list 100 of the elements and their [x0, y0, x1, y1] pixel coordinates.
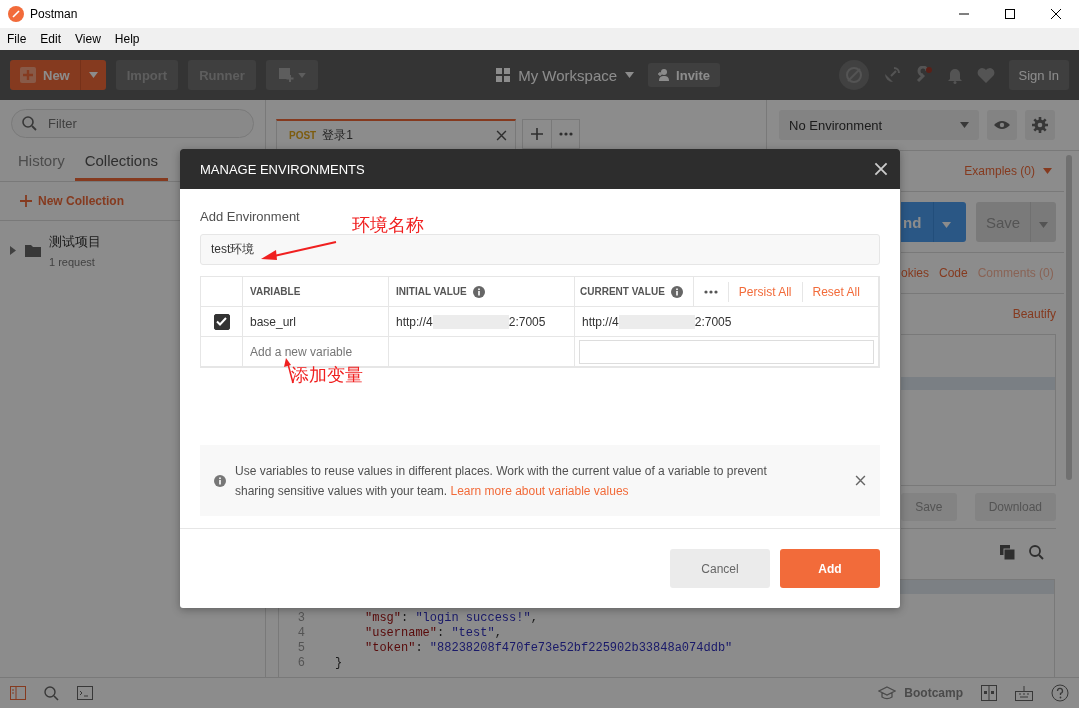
close-tab-icon [496, 130, 507, 141]
column-header: VARIABLE [250, 286, 301, 297]
persist-all-button[interactable]: Persist All [728, 281, 802, 302]
add-user-icon [658, 69, 672, 81]
eye-icon [993, 120, 1011, 130]
close-icon [874, 162, 888, 176]
current-value-end[interactable]: 2:7005 [694, 314, 732, 329]
column-header: INITIAL VALUE [396, 286, 467, 297]
expand-caret-icon[interactable] [10, 246, 17, 255]
sign-in-button[interactable]: Sign In [1008, 60, 1069, 90]
window-title: Postman [30, 7, 79, 21]
cancel-button[interactable]: Cancel [670, 549, 770, 588]
variable-name[interactable]: base_url [250, 314, 297, 329]
menu-item[interactable]: File [0, 32, 34, 46]
grid-icon [496, 68, 511, 82]
plus-icon [20, 67, 36, 83]
code-line: "msg": "login success!", [365, 610, 538, 625]
new-variable-field[interactable]: Add a new variable [250, 344, 380, 359]
code-line: } [335, 655, 343, 670]
add-button[interactable]: Add [780, 549, 880, 588]
caret-icon [625, 72, 635, 78]
sidebar-toggle-icon[interactable] [10, 686, 26, 700]
request-link[interactable]: okies [901, 266, 929, 280]
caret-icon [960, 122, 969, 128]
collection-name[interactable]: 测试项目 [49, 233, 101, 251]
dismiss-icon [855, 475, 866, 486]
app-logo-icon [8, 6, 24, 22]
info-icon [214, 474, 226, 487]
section-label: Add Environment [200, 209, 301, 224]
current-value-field[interactable] [579, 339, 874, 364]
more-icon [703, 289, 718, 294]
new-collection-button[interactable]: New Collection [20, 194, 124, 208]
settings-icon [1032, 117, 1048, 133]
folder-icon [25, 244, 41, 257]
examples-link[interactable]: Examples (0) [964, 164, 1035, 178]
maximize-icon [1005, 9, 1015, 19]
workspace-selector[interactable]: My Workspace [496, 66, 635, 84]
close-dialog-button[interactable] [874, 162, 888, 176]
search-icon[interactable] [44, 685, 59, 701]
annotation-text: 环境名称 [352, 215, 424, 235]
info-text: Use variables to reuse values in different places. Work with the current value of a variable to prevent sharing sensitive values with your team. Learn more about variable values [235, 462, 768, 500]
bootcamp-button[interactable]: Bootcamp [878, 686, 963, 700]
request-link[interactable]: Code [939, 266, 968, 280]
beautify-link[interactable]: Beautify [1012, 307, 1056, 321]
line-number: 4 [296, 625, 305, 640]
new-window-button[interactable] [265, 60, 318, 90]
menu-item[interactable]: Edit [33, 32, 69, 46]
help-icon[interactable] [1051, 684, 1069, 702]
request-name: 登录1 [322, 127, 354, 144]
line-number: 6 [296, 655, 305, 670]
initial-value-start[interactable]: http://4 [396, 314, 433, 329]
two-pane-icon[interactable] [981, 685, 997, 701]
heart-icon[interactable] [976, 67, 995, 83]
close-icon [1051, 9, 1061, 19]
search-icon[interactable] [1029, 545, 1044, 560]
quick-look-button[interactable] [987, 110, 1017, 140]
code-line: "token": "88238208f470fe73e52bf225902b33848a074ddb" [365, 640, 733, 655]
reset-all-button[interactable]: Reset All [801, 281, 870, 302]
plus-icon [531, 128, 543, 140]
annotation-text: 添加变量 [291, 365, 363, 385]
checkbox[interactable] [213, 313, 230, 330]
column-header: CURRENT VALUE [580, 286, 665, 297]
menu-item[interactable]: View [68, 32, 108, 46]
caret-icon [942, 221, 952, 228]
send-button[interactable]: nd [901, 202, 966, 242]
learn-more-link[interactable]: Learn more about variable values [450, 483, 629, 498]
menu-item[interactable]: Help [107, 32, 147, 46]
caret-icon [1039, 221, 1049, 228]
bell-icon[interactable] [946, 66, 963, 84]
plus-icon [20, 195, 32, 207]
sync-off-icon[interactable] [838, 60, 869, 90]
method-label: POST [289, 130, 317, 141]
request-tab[interactable]: POST 登录1 [276, 119, 516, 150]
line-number: 3 [296, 610, 305, 625]
code-line: "username": "test", [365, 625, 502, 640]
wrench-icon[interactable] [914, 66, 933, 84]
line-number: 5 [296, 640, 305, 655]
invite-button[interactable]: Invite [648, 63, 721, 87]
new-button[interactable]: New [10, 60, 106, 90]
keyboard-icon[interactable] [1015, 685, 1033, 701]
caret-icon [88, 72, 98, 78]
environment-name-field[interactable]: test环境 [200, 234, 880, 265]
dialog-title: MANAGE ENVIRONMENTS [200, 161, 365, 177]
sidebar-tab[interactable]: History [8, 144, 75, 181]
caret-icon [297, 72, 306, 78]
initial-value-end[interactable]: 2:7005 [508, 314, 546, 329]
current-value-start[interactable]: http://4 [582, 314, 619, 329]
scrollbar[interactable] [1066, 155, 1072, 480]
caret-icon [1043, 168, 1052, 174]
settings-button[interactable] [1025, 110, 1055, 140]
request-count: 1 request [49, 256, 96, 268]
console-icon[interactable] [77, 686, 93, 700]
copy-icon[interactable] [1000, 545, 1015, 560]
add-window-icon [277, 67, 294, 83]
environment-select[interactable]: No Environment [779, 110, 979, 140]
graduation-cap-icon [878, 686, 897, 700]
sidebar-tab[interactable]: Collections [74, 144, 169, 181]
filter-field[interactable]: Filter [11, 109, 254, 138]
more-icon [558, 132, 573, 136]
satellite-icon[interactable] [882, 66, 901, 84]
